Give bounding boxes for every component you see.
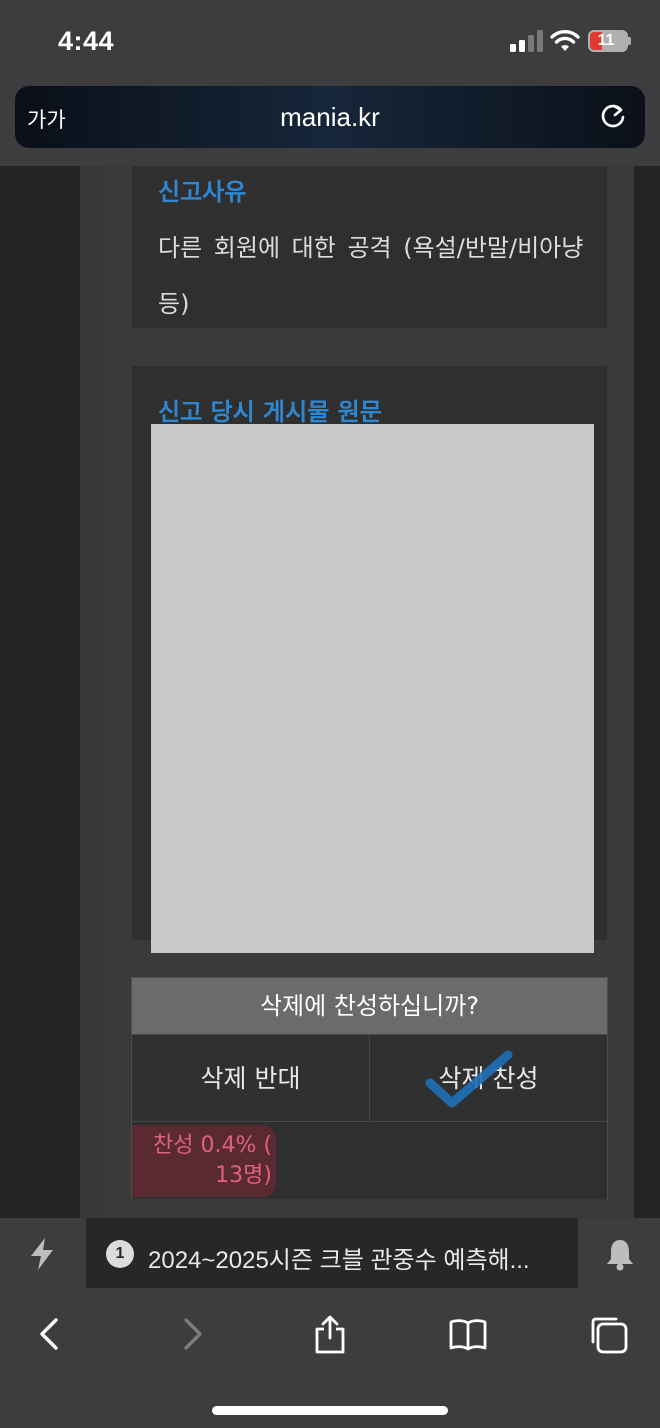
report-reason-text: 다른 회원에 대한 공격 (욕설/반말/비아냥 등) — [158, 234, 584, 318]
battery-icon: 11 — [588, 30, 631, 52]
approve-delete-button[interactable]: 삭제 찬성 — [370, 1034, 607, 1122]
original-post-title: 신고 당시 게시물 원문 — [158, 398, 382, 426]
bell-icon[interactable] — [604, 1236, 636, 1272]
url-text[interactable]: mania.kr — [15, 102, 645, 133]
report-reason-title: 신고사유 — [158, 178, 247, 206]
reload-icon[interactable] — [599, 103, 627, 131]
notice-bar: 1 2024~2025시즌 크블 관중수 예측해... — [0, 1218, 660, 1288]
vote-result-row: 찬성 0.4% ( 13명) — [132, 1123, 607, 1199]
address-bar-container: 가가 mania.kr — [0, 80, 660, 166]
notice-count-badge: 1 — [106, 1240, 134, 1268]
forward-icon[interactable] — [172, 1314, 212, 1354]
signal-icon — [510, 30, 543, 52]
delete-vote-box: 삭제에 찬성하십니까? 삭제 반대 삭제 찬성 찬성 0.4% ( 13명) — [131, 977, 608, 1199]
tabs-icon[interactable] — [588, 1314, 628, 1354]
page-margin-right — [634, 166, 660, 1218]
approve-result-text: 찬성 0.4% ( 13명) — [153, 1133, 272, 1188]
vote-question: 삭제에 찬성하십니까? — [132, 978, 607, 1034]
oppose-delete-button[interactable]: 삭제 반대 — [132, 1034, 370, 1122]
lightning-icon[interactable] — [26, 1236, 58, 1272]
wifi-icon — [550, 30, 580, 51]
battery-level: 11 — [597, 32, 615, 49]
original-post-content — [151, 424, 594, 953]
status-time: 4:44 — [58, 26, 115, 56]
bookmarks-icon[interactable] — [448, 1314, 488, 1354]
back-icon[interactable] — [30, 1314, 70, 1354]
status-bar: 4:44 11 — [0, 0, 660, 80]
share-icon[interactable] — [310, 1314, 350, 1354]
report-reason-card: 신고사유 다른 회원에 대한 공격 (욕설/반말/비아냥 등) — [132, 166, 607, 328]
notice-text: 2024~2025시즌 크블 관중수 예측해... — [148, 1247, 530, 1274]
page-margin-left — [0, 166, 80, 1218]
oppose-delete-label: 삭제 반대 — [200, 1064, 301, 1093]
notice-item[interactable]: 1 2024~2025시즌 크블 관중수 예측해... — [86, 1218, 578, 1288]
home-indicator — [212, 1406, 448, 1415]
address-bar[interactable]: 가가 mania.kr — [15, 86, 645, 148]
checkmark-icon — [425, 1050, 513, 1108]
